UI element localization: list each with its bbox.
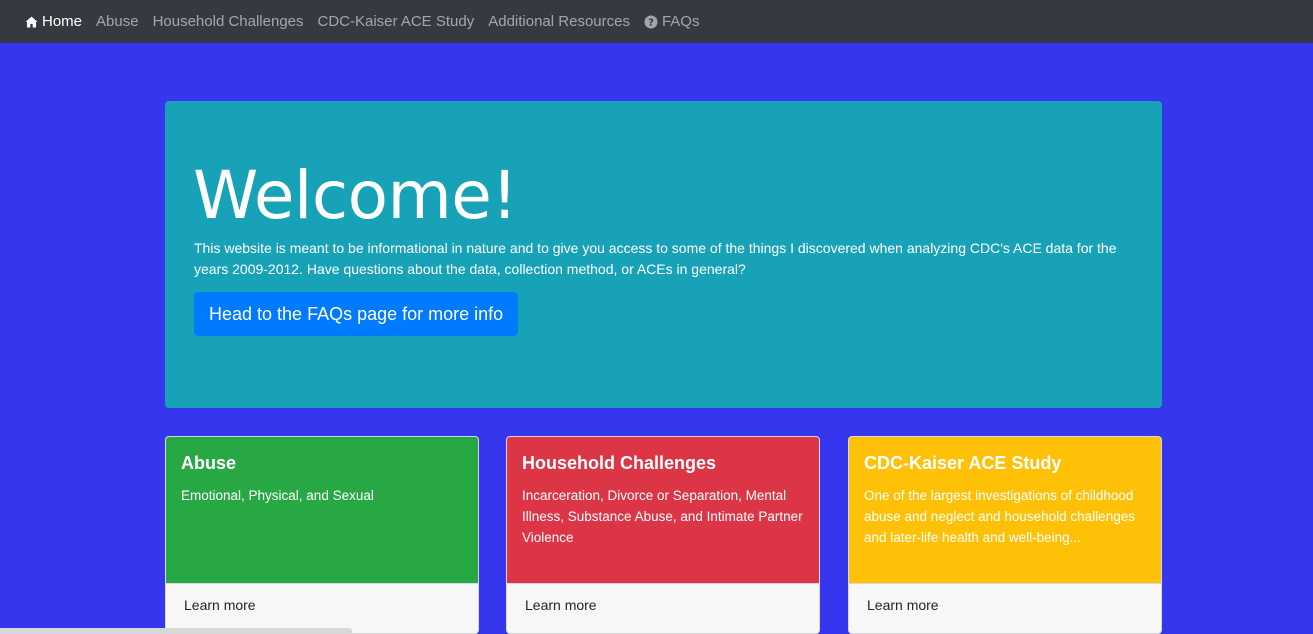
- cdc-kaiser-card-body: CDC-Kaiser ACE Study One of the largest …: [849, 437, 1161, 583]
- cdc-kaiser-learn-more-link[interactable]: Learn more: [849, 583, 1161, 633]
- nav-faqs-link[interactable]: ? FAQs: [644, 13, 700, 30]
- household-challenges-card: Household Challenges Incarceration, Divo…: [506, 436, 820, 634]
- card-text: Incarceration, Divorce or Separation, Me…: [522, 488, 803, 545]
- nav-home-link[interactable]: Home: [25, 13, 82, 30]
- card-text: Emotional, Physical, and Sexual: [181, 488, 374, 503]
- nav-faqs-label: FAQs: [661, 13, 700, 30]
- welcome-title: Welcome!: [193, 157, 518, 234]
- household-card-body: Household Challenges Incarceration, Divo…: [507, 437, 819, 583]
- nav-additional-resources-link[interactable]: Additional Resources: [488, 13, 630, 30]
- card-title: Abuse: [181, 453, 237, 473]
- faqs-button[interactable]: Head to the FAQs page for more info: [194, 292, 519, 336]
- top-navbar: Home Abuse Household Challenges CDC-Kais…: [0, 0, 1313, 43]
- card-text: One of the largest investigations of chi…: [864, 488, 1135, 545]
- nav-abuse-link[interactable]: Abuse: [96, 13, 139, 30]
- nav-household-challenges-link[interactable]: Household Challenges: [153, 13, 304, 30]
- nav-cdc-kaiser-link[interactable]: CDC-Kaiser ACE Study: [318, 13, 475, 30]
- household-learn-more-link[interactable]: Learn more: [507, 583, 819, 633]
- question-circle-icon: ?: [644, 15, 658, 29]
- welcome-text: This website is meant to be informationa…: [194, 240, 1117, 277]
- abuse-learn-more-link[interactable]: Learn more: [166, 583, 478, 633]
- abuse-card: Abuse Emotional, Physical, and Sexual Le…: [165, 436, 479, 634]
- nav-home-label: Home: [42, 13, 83, 30]
- home-icon: [25, 16, 38, 28]
- welcome-jumbotron: Welcome! This website is meant to be inf…: [165, 101, 1162, 408]
- cdc-kaiser-card: CDC-Kaiser ACE Study One of the largest …: [848, 436, 1162, 634]
- card-title: Household Challenges: [522, 453, 717, 473]
- svg-text:?: ?: [648, 17, 654, 28]
- horizontal-scrollbar[interactable]: [0, 628, 352, 634]
- card-title: CDC-Kaiser ACE Study: [864, 453, 1062, 473]
- abuse-card-body: Abuse Emotional, Physical, and Sexual: [166, 437, 478, 583]
